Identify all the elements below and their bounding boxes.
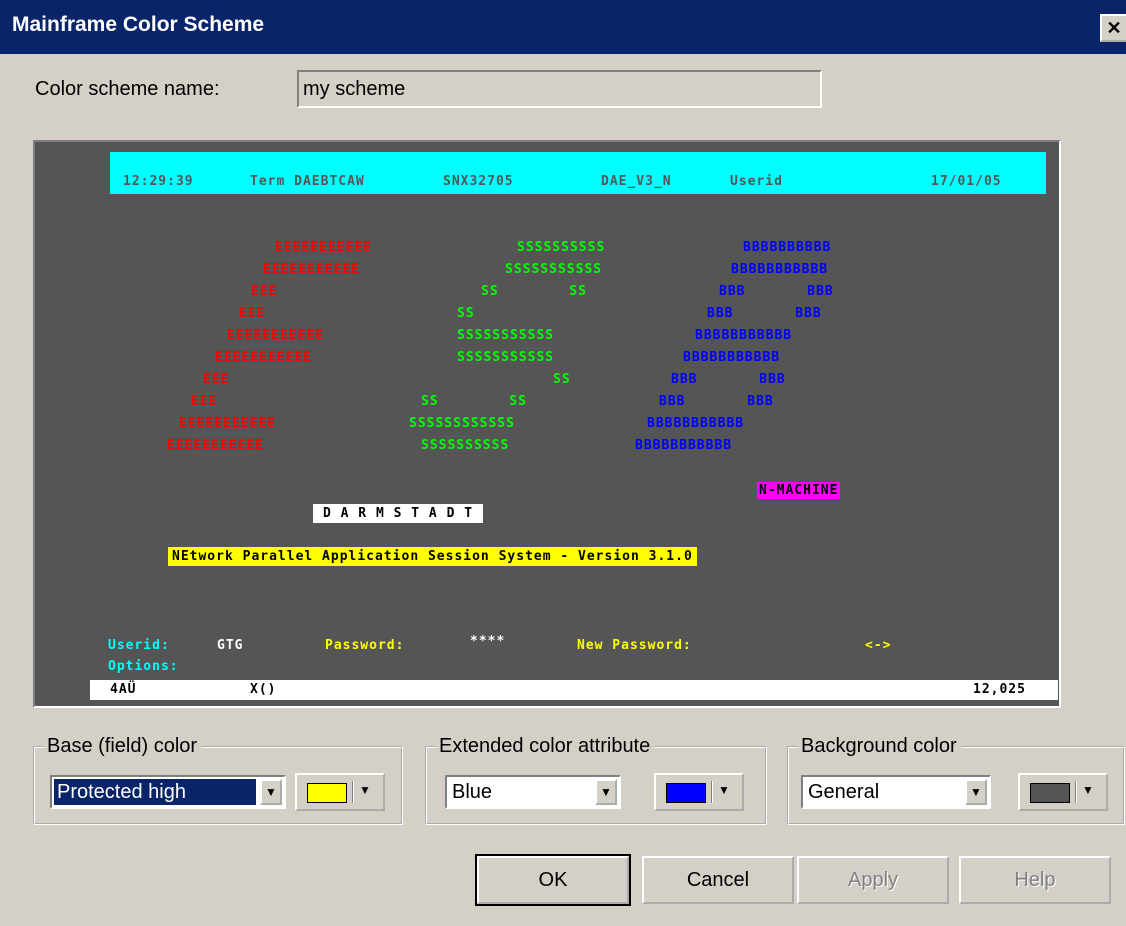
background-color-value: General [808, 781, 880, 803]
logo-b-line: BBBBBBBBBB [743, 240, 832, 255]
logo-b-line: BBB BBB [707, 306, 822, 321]
logo-b-line: BBBBBBBBBBB [635, 438, 733, 453]
cancel-button[interactable]: Cancel [642, 856, 794, 904]
base-color-picker[interactable]: ▼ [295, 773, 385, 811]
status-right: 12,025 [973, 682, 1026, 697]
logo-s-line: SSSSSSSSSSS [457, 350, 555, 365]
logo-s-line: SSSSSSSSSS [517, 240, 606, 255]
header-term: Term DAEBTCAW [250, 174, 365, 189]
chevron-down-icon: ▼ [1082, 783, 1094, 797]
extended-color-value: Blue [452, 781, 493, 803]
color-swatch [307, 783, 347, 803]
status-left: 4AÜ [110, 682, 137, 697]
close-button[interactable]: ✕ [1100, 14, 1126, 42]
scheme-name-label: Color scheme name: [35, 78, 220, 100]
arrow-indicator: <-> [865, 638, 892, 653]
title-bar: Mainframe Color Scheme ✕ [0, 0, 1126, 54]
logo-s-line: SS SS [421, 394, 527, 409]
extended-color-select[interactable]: Blue ▼ [445, 775, 621, 809]
logo-s-line: SS [553, 372, 571, 387]
logo-e-line: EEEEEEEEEEE [263, 262, 361, 277]
chevron-down-icon[interactable]: ▼ [965, 779, 987, 805]
logo-e-line: EEE [251, 284, 278, 299]
scheme-name-field[interactable]: my scheme [297, 70, 822, 108]
password-value: **** [470, 634, 506, 649]
logo-e-line: EEEEEEEEEEE [179, 416, 277, 431]
background-color-picker[interactable]: ▼ [1018, 773, 1108, 811]
logo-e-line: EEEEEEEEEEE [215, 350, 313, 365]
logo-s-line: SSSSSSSSSSSS [409, 416, 515, 431]
logo-b-line: BBBBBBBBBBB [731, 262, 829, 277]
userid-label: Userid: [108, 638, 170, 653]
logo-s-line: SSSSSSSSSSS [505, 262, 603, 277]
status-mid: X() [250, 682, 277, 697]
base-color-value: Protected high [54, 779, 256, 805]
logo-b-line: BBBBBBBBBBB [647, 416, 745, 431]
extended-color-legend: Extended color attribute [439, 735, 651, 757]
logo-s-line: SSSSSSSSSSS [457, 328, 555, 343]
apply-button[interactable]: Apply [797, 856, 949, 904]
close-icon: ✕ [1106, 18, 1122, 38]
base-color-legend: Base (field) color [47, 735, 198, 757]
userid-value: GTG [217, 638, 244, 653]
logo-b-line: BBB BBB [671, 372, 786, 387]
chevron-down-icon: ▼ [718, 783, 730, 797]
logo-b-line: BBBBBBBBBBB [695, 328, 793, 343]
base-color-select[interactable]: Protected high ▼ [50, 775, 286, 809]
color-swatch [1030, 783, 1070, 803]
logo-e-line: EEEEEEEEEEE [167, 438, 265, 453]
logo-e-line: EEE [203, 372, 230, 387]
city-label: D A R M S T A D T [313, 504, 484, 523]
logo-s-line: SS [457, 306, 475, 321]
terminal-preview[interactable]: 12:29:39 Term DAEBTCAW SNX32705 DAE_V3_N… [33, 140, 1061, 708]
background-color-legend: Background color [801, 735, 957, 757]
background-color-select[interactable]: General ▼ [801, 775, 991, 809]
header-time: 12:29:39 [123, 174, 194, 189]
machine-label: N-MACHINE [757, 482, 841, 499]
extended-color-picker[interactable]: ▼ [654, 773, 744, 811]
logo-e-line: EEE [191, 394, 218, 409]
logo-e-line: EEE [239, 306, 266, 321]
logo-s-line: SSSSSSSSSS [421, 438, 510, 453]
chevron-down-icon[interactable]: ▼ [260, 779, 282, 805]
logo-e-line: EEEEEEEEEEE [227, 328, 325, 343]
window-title: Mainframe Color Scheme [12, 13, 265, 36]
header-node: SNX32705 [443, 174, 514, 189]
header-session: DAE_V3_N [601, 174, 672, 189]
header-user: Userid [730, 174, 783, 189]
logo-b-line: BBB BBB [719, 284, 834, 299]
logo-b-line: BBBBBBBBBBB [683, 350, 781, 365]
ok-button[interactable]: OK [475, 854, 631, 906]
header-date: 17/01/05 [931, 174, 1002, 189]
logo-e-line: EEEEEEEEEEE [275, 240, 373, 255]
logo-b-line: BBB BBB [659, 394, 774, 409]
color-swatch [666, 783, 706, 803]
banner-text: NEtwork Parallel Application Session Sys… [168, 547, 697, 566]
password-label: Password: [325, 638, 405, 653]
chevron-down-icon[interactable]: ▼ [595, 779, 617, 805]
new-password-label: New Password: [577, 638, 692, 653]
help-button[interactable]: Help [959, 856, 1111, 904]
logo-s-line: SS SS [481, 284, 587, 299]
status-bar [90, 680, 1058, 700]
chevron-down-icon: ▼ [359, 783, 371, 797]
options-label: Options: [108, 659, 179, 674]
